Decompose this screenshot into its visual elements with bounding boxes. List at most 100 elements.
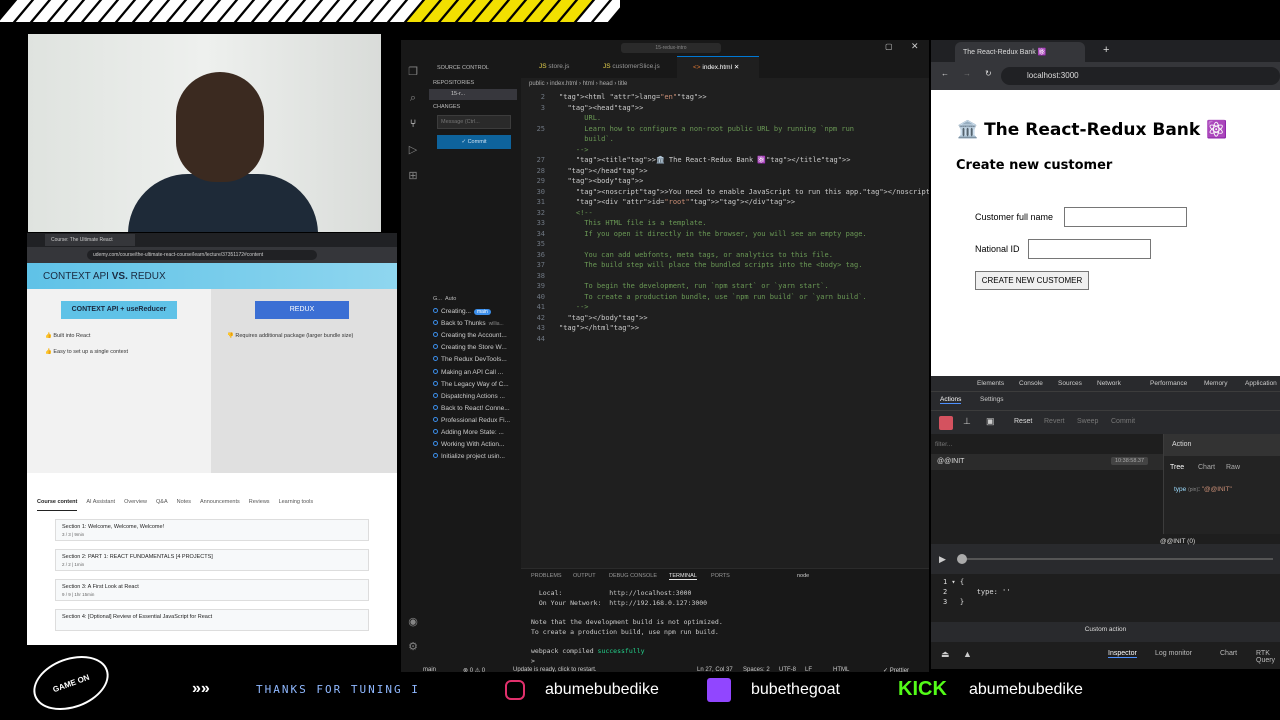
tab-settings[interactable]: Settings	[980, 396, 1004, 403]
devtools-tab[interactable]: Memory	[1204, 380, 1227, 387]
pin-icon[interactable]: ⊥	[963, 416, 971, 427]
course-section[interactable]: Section 2: PART 1: REACT FUNDAMENTALS [4…	[55, 549, 369, 571]
udemy-url-field[interactable]: udemy.com/course/the-ultimate-react-cour…	[87, 250, 317, 260]
lock-icon[interactable]: ▣	[986, 416, 995, 427]
panel-tab[interactable]: PORTS	[711, 573, 730, 579]
create-customer-button[interactable]: CREATE NEW CUSTOMER	[975, 271, 1089, 290]
monitor-tab[interactable]: Chart	[1220, 650, 1237, 657]
course-tab[interactable]: Overview	[124, 499, 147, 511]
panel-tab[interactable]: PROBLEMS	[531, 573, 562, 579]
back-arrow-icon[interactable]: ←	[941, 69, 949, 78]
commit-message-input[interactable]	[437, 115, 511, 129]
commit-item[interactable]: Back to Thunks willia...	[433, 320, 519, 327]
bank-url-field[interactable]: localhost:3000	[1001, 67, 1280, 85]
panel-tab[interactable]: OUTPUT	[573, 573, 596, 579]
course-tab[interactable]: Announcements	[200, 499, 240, 511]
code-line[interactable]: "tag"></body"tag">>	[559, 313, 647, 324]
course-tab[interactable]: Learning tools	[279, 499, 314, 511]
code-line[interactable]: URL.	[559, 113, 601, 124]
search-icon[interactable]: ⌕	[407, 92, 419, 104]
custom-action-editor[interactable]: 1 ▾ {2 type: '' 3 }	[931, 574, 1280, 622]
commit-item[interactable]: Creating the Account...	[433, 332, 519, 339]
devtools-tab[interactable]: Elements	[977, 380, 1004, 387]
dispatcher-icon[interactable]: ⏏	[941, 649, 950, 660]
code-editor[interactable]: 2 "tag"><html "attr">lang="en""tag">> 3 "t…	[521, 90, 929, 560]
reload-icon[interactable]: ↻	[985, 69, 992, 78]
code-line[interactable]: To begin the development, run `npm start…	[559, 281, 828, 292]
breadcrumb[interactable]: public › index.html › html › head › titl…	[521, 78, 929, 90]
changes-header[interactable]: CHANGES	[433, 104, 460, 110]
commit-item[interactable]: Creating the Store W...	[433, 344, 519, 351]
explorer-icon[interactable]: ❐	[407, 66, 419, 78]
national-id-input[interactable]	[1028, 239, 1151, 259]
command-center[interactable]: 15-redux-intro	[621, 43, 721, 53]
action-row[interactable]: @@INIT 10:38:58.37	[931, 454, 1163, 470]
commit-button[interactable]: ✓ Commit	[437, 135, 511, 149]
course-tab[interactable]: Course content	[37, 499, 78, 511]
monitor-tab[interactable]: Inspector	[1108, 650, 1137, 658]
code-line[interactable]: "tag"></head"tag">>	[559, 166, 647, 177]
commit-item[interactable]: Adding More State: ...	[433, 429, 519, 436]
custom-action-label[interactable]: Custom action	[931, 622, 1280, 642]
customer-name-input[interactable]	[1064, 207, 1187, 227]
course-tab[interactable]: AI Assistant	[86, 499, 115, 511]
commit-button[interactable]: Commit	[1111, 418, 1135, 425]
account-icon[interactable]: ◉	[407, 616, 419, 628]
commit-item[interactable]: Professional Redux Fi...	[433, 416, 519, 424]
course-section[interactable]: Section 3: A First Look at React 9 / 9 | …	[55, 579, 369, 601]
code-line[interactable]: "tag"><title"tag">>🏛️ The React-Redux Ba…	[559, 155, 851, 166]
devtools-tab[interactable]: Network	[1097, 380, 1121, 387]
maximize-icon[interactable]: ▢	[885, 42, 893, 51]
code-line[interactable]: The build step will place the bundled sc…	[559, 260, 862, 271]
slider-track[interactable]	[961, 558, 1273, 560]
run-debug-icon[interactable]: ▷	[407, 144, 419, 156]
play-icon[interactable]: ▶	[939, 554, 946, 565]
udemy-tab[interactable]: Course: The Ultimate React	[45, 234, 135, 246]
code-line[interactable]: "tag"><body"tag">>	[559, 176, 643, 187]
tab-actions[interactable]: Actions	[940, 396, 962, 404]
code-line[interactable]: Learn how to configure a non-root public…	[559, 124, 854, 135]
code-line[interactable]: This HTML file is a template.	[559, 218, 706, 229]
new-tab-icon[interactable]: +	[1103, 44, 1109, 56]
alert-icon[interactable]: ▲	[963, 649, 972, 659]
forward-arrow-icon[interactable]: →	[963, 69, 971, 78]
code-line[interactable]: You can add webfonts, meta tags, or anal…	[559, 250, 833, 261]
commit-item[interactable]: Back to React! Conne...	[433, 404, 519, 412]
action-filter-input[interactable]	[935, 438, 1135, 450]
commit-item[interactable]: The Redux DevTools...	[433, 356, 519, 363]
commit-item[interactable]: Working With Action...	[433, 441, 519, 448]
code-line[interactable]: <!--	[559, 208, 593, 219]
devtools-tab[interactable]: Sources	[1058, 380, 1082, 387]
devtools-tab[interactable]: Application	[1245, 380, 1277, 387]
commit-item[interactable]: Dispatching Actions ...	[433, 392, 519, 400]
slider-handle[interactable]	[957, 554, 967, 564]
settings-gear-icon[interactable]: ⚙	[407, 641, 419, 653]
repositories-header[interactable]: REPOSITORIES	[433, 80, 474, 86]
course-tab[interactable]: Reviews	[249, 499, 270, 511]
tab-index-html[interactable]: <> index.html ✕	[677, 56, 759, 78]
code-line[interactable]: "tag"><noscript"tag">>You need to enable…	[559, 187, 929, 198]
tab-tree[interactable]: Tree	[1170, 464, 1184, 471]
course-section[interactable]: Section 1: Welcome, Welcome, Welcome! 3 /…	[55, 519, 369, 541]
graph-header[interactable]: G... Auto	[433, 296, 456, 302]
panel-tab[interactable]: DEBUG CONSOLE	[609, 573, 657, 579]
extensions-icon[interactable]: ⊞	[407, 170, 419, 182]
terminal-shell-label[interactable]: node	[797, 573, 809, 579]
code-line[interactable]: To create a production bundle, use `npm …	[559, 292, 866, 303]
code-line[interactable]: -->	[559, 302, 589, 313]
commit-item[interactable]: Making an API Call ...	[433, 368, 519, 376]
code-line[interactable]: build`.	[559, 134, 614, 145]
devtools-tab[interactable]: Performance	[1150, 380, 1187, 387]
revert-button[interactable]: Revert	[1044, 418, 1065, 425]
commit-item[interactable]: Creating... main	[433, 308, 519, 315]
monitor-tab[interactable]: Log monitor	[1155, 650, 1192, 657]
code-line[interactable]: "tag"><html "attr">lang="en""tag">>	[559, 92, 707, 103]
panel-tab[interactable]: TERMINAL	[669, 573, 697, 580]
close-icon[interactable]: ✕	[911, 41, 919, 52]
commit-item[interactable]: Initialize project usin...	[433, 453, 519, 460]
tab-raw[interactable]: Raw	[1226, 464, 1240, 471]
commit-item[interactable]: The Legacy Way of C...	[433, 380, 519, 388]
reset-button[interactable]: Reset	[1014, 418, 1032, 425]
monitor-tab[interactable]: RTK Query	[1256, 650, 1280, 664]
sweep-button[interactable]: Sweep	[1077, 418, 1098, 425]
